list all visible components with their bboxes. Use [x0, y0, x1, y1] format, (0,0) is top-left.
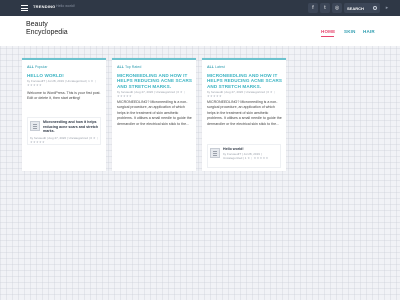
related-post[interactable]: Microneedling and how it helps reducing … [27, 117, 101, 145]
site-header: Beauty Encyclopedia HOME SKIN HAIR [0, 16, 400, 46]
post-card-top-rated: ALL Top Rated MICRONEEDLING AND HOW IT H… [112, 58, 196, 171]
post-excerpt: MICRONEEDLING? Microneedling is a non-su… [117, 100, 192, 126]
post-title[interactable]: MICRONEEDLING AND HOW IT HELPS REDUCING … [207, 73, 283, 89]
top-bar: TRENDING Hello world! f t ◎ ▸ [0, 0, 400, 16]
trending-post-link[interactable]: Hello world! [56, 4, 75, 8]
filter-all[interactable]: ALL [27, 65, 34, 69]
instagram-icon[interactable]: ◎ [332, 3, 342, 13]
trending-label: TRENDING [33, 4, 56, 9]
filter-all[interactable]: ALL [207, 65, 214, 69]
post-thumbnail-icon [210, 148, 220, 158]
facebook-icon[interactable]: f [308, 3, 318, 13]
search-icon[interactable] [373, 6, 377, 10]
filter-sort[interactable]: Top Rated [125, 65, 141, 69]
card-label: ALL Popular [27, 65, 47, 69]
twitter-icon[interactable]: t [320, 3, 330, 13]
post-meta: by focusedit | Aug 27, 2020 | Uncategori… [207, 90, 283, 98]
related-post-meta: by FocusedIT | Jul 28, 2019 | Uncategori… [223, 152, 281, 160]
search-box[interactable] [344, 3, 380, 13]
related-post-meta: by focusedit | Aug 27, 2020 | Uncategori… [30, 136, 102, 144]
site-title[interactable]: Beauty Encyclopedia [26, 21, 86, 37]
filter-sort[interactable]: Latest [215, 65, 225, 69]
post-excerpt: MICRONEEDLING? Microneedling is a non-su… [207, 100, 282, 126]
post-card-latest: ALL Latest MICRONEEDLING AND HOW IT HELP… [202, 58, 286, 171]
card-label: ALL Latest [207, 65, 225, 69]
nav-active-indicator [321, 36, 334, 37]
post-thumbnail-icon [30, 121, 40, 131]
related-post-title[interactable]: Microneedling and how it helps reducing … [43, 120, 101, 134]
filter-sort[interactable]: Popular [35, 65, 47, 69]
search-input[interactable] [347, 5, 373, 11]
nav-skin[interactable]: SKIN [344, 29, 356, 34]
post-excerpt: Welcome to WordPress. This is your first… [27, 91, 101, 101]
post-title[interactable]: HELLO WORLD! [27, 73, 103, 78]
nav-home[interactable]: HOME [321, 29, 335, 34]
related-post-title[interactable]: Hello world! [223, 147, 281, 152]
rating-stars: ★ | ★★★★★ [247, 156, 269, 160]
post-meta: by focusedit | Aug 27, 2020 | Uncategori… [117, 90, 193, 98]
post-meta: by FocusedIT | Jul 28, 2019 | Uncategori… [27, 79, 103, 87]
menu-icon[interactable] [21, 5, 28, 11]
youtube-icon[interactable]: ▸ [384, 3, 390, 13]
related-post[interactable]: Hello world! by FocusedIT | Jul 28, 2019… [207, 144, 281, 168]
post-title[interactable]: MICRONEEDLING AND HOW IT HELPS REDUCING … [117, 73, 193, 89]
post-card-popular: ALL Popular HELLO WORLD! by FocusedIT | … [22, 58, 106, 171]
nav-hair[interactable]: HAIR [363, 29, 375, 34]
card-label: ALL Top Rated [117, 65, 141, 69]
filter-all[interactable]: ALL [117, 65, 124, 69]
